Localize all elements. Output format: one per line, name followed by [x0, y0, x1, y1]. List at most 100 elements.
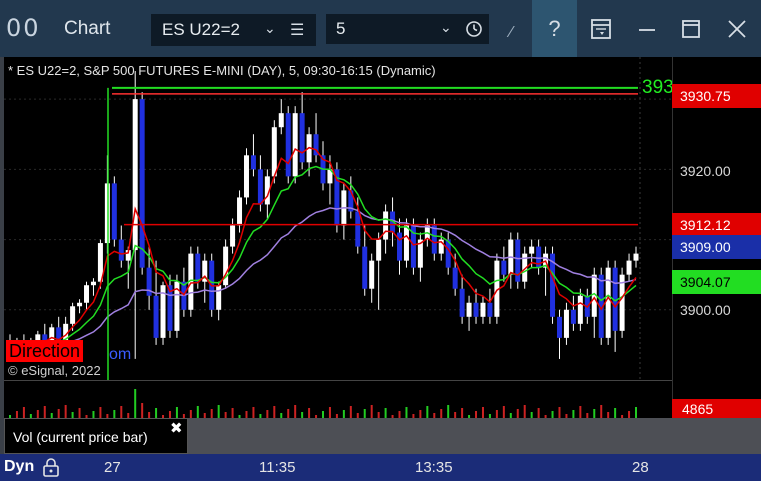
time-label: 13:35: [415, 459, 453, 476]
maximize-icon: [681, 19, 700, 38]
symbol-input[interactable]: ES U22=2 ⌄ ☰: [151, 14, 316, 46]
list-icon[interactable]: ☰: [290, 20, 304, 40]
candle-body: [271, 127, 277, 177]
volume-bar: [134, 389, 137, 419]
candle-body: [487, 302, 493, 317]
candle-body: [243, 155, 249, 198]
candle-body: [355, 211, 361, 247]
time-label: 28: [632, 459, 649, 476]
candle-body: [230, 225, 236, 247]
level-label: 393: [642, 77, 672, 98]
candle-body: [111, 183, 117, 240]
clock-icon[interactable]: [465, 20, 483, 38]
candle-body: [466, 302, 472, 317]
direction-label: Direction: [6, 340, 84, 362]
volume-bar: [447, 405, 450, 419]
candle-body: [292, 113, 298, 177]
price-tick-3920: 3920.00: [680, 163, 731, 179]
help-button[interactable]: ?: [532, 0, 577, 57]
candle-body: [139, 99, 145, 268]
help-icon: ?: [548, 15, 561, 41]
candle-body: [452, 267, 458, 289]
candle-body: [77, 302, 83, 307]
candle-body: [473, 302, 479, 317]
candle-body: [70, 306, 76, 324]
time-axis[interactable]: Dyn 27 11:35 13:35 28: [0, 454, 761, 481]
candle-body: [132, 99, 138, 251]
price-label-last: 3909.00: [672, 235, 761, 259]
interval-input[interactable]: 5 ⌄: [326, 14, 489, 44]
volume-study-label[interactable]: Vol (current price bar) ✖: [4, 418, 188, 454]
candle-body: [216, 285, 222, 310]
volume-bar: [141, 403, 144, 419]
candle-body: [626, 260, 632, 275]
candle-body: [570, 309, 576, 324]
maximize-button[interactable]: [668, 0, 713, 57]
time-label: 11:35: [259, 459, 296, 476]
layout-button[interactable]: [578, 0, 623, 57]
candle-body: [376, 239, 382, 261]
price-label-red-ma: 3912.12: [672, 213, 761, 237]
time-label: 27: [104, 459, 121, 476]
volume-pane[interactable]: [4, 380, 672, 419]
candle-body: [403, 225, 409, 261]
minimize-button[interactable]: [624, 0, 669, 57]
volume-study-title: Vol (current price bar): [13, 429, 148, 445]
candle-body: [153, 295, 159, 338]
volume-bar: [600, 405, 603, 419]
candle-body: [369, 260, 375, 289]
candle-body: [633, 253, 639, 261]
watermark-text: om: [109, 346, 132, 363]
minimize-icon: [638, 28, 655, 31]
volume-bar: [217, 405, 220, 419]
candle-body: [431, 225, 437, 254]
chevron-down-icon[interactable]: ⌄: [264, 20, 276, 37]
candle-body: [556, 316, 562, 338]
layout-icon: [590, 18, 611, 39]
chevron-down-icon[interactable]: ⌄: [440, 19, 452, 36]
candle-body: [459, 288, 465, 317]
candle-body: [237, 197, 243, 226]
dynamic-mode-label[interactable]: Dyn: [4, 458, 34, 476]
volume-study-strip: [188, 418, 761, 454]
candle-body: [285, 113, 291, 177]
close-icon: [727, 19, 746, 38]
app-logo-icon: 00: [6, 14, 41, 42]
candle-body: [118, 239, 124, 261]
window-title: Chart: [64, 18, 111, 39]
candlestick-chart[interactable]: [4, 57, 672, 380]
close-study-icon[interactable]: ✖: [170, 419, 183, 437]
price-label-high: 3930.75: [672, 84, 761, 108]
candle-body: [84, 285, 90, 303]
volume-bar: [294, 405, 297, 419]
draw-tool-icon[interactable]: ⁄: [510, 24, 513, 42]
candle-body: [250, 155, 256, 170]
copyright-text: © eSignal, 2022: [8, 363, 101, 378]
candle-body: [577, 295, 583, 324]
interval-value: 5: [336, 19, 346, 38]
price-chart[interactable]: [4, 57, 672, 380]
volume-bar: [370, 405, 373, 419]
close-button[interactable]: [714, 0, 759, 57]
candle-body: [362, 246, 368, 289]
candle-body: [563, 309, 569, 338]
lock-icon[interactable]: [42, 457, 60, 477]
chart-header: * ES U22=2, S&P 500 FUTURES E-MINI (DAY)…: [8, 63, 436, 78]
candle-body: [278, 113, 284, 128]
ma-line-purple: [9, 207, 637, 350]
price-tick-3900: 3900.00: [680, 302, 731, 318]
symbol-value: ES U22=2: [162, 20, 240, 39]
candle-body: [501, 260, 507, 275]
volume-bars: [9, 389, 637, 419]
volume-value-label: 4865: [672, 399, 761, 419]
price-label-green-ma: 3904.07: [672, 270, 761, 294]
volume-bar: [64, 405, 67, 419]
candle-body: [90, 281, 96, 286]
candle-body: [480, 302, 486, 317]
candle-body: [299, 113, 305, 163]
candle-body: [257, 169, 263, 205]
candle-body: [195, 253, 201, 282]
volume-bar: [523, 405, 526, 419]
candle-body: [605, 267, 611, 338]
title-bar: 00 Chart ES U22=2 ⌄ ☰ 5 ⌄ ⁄ ?: [0, 0, 761, 57]
